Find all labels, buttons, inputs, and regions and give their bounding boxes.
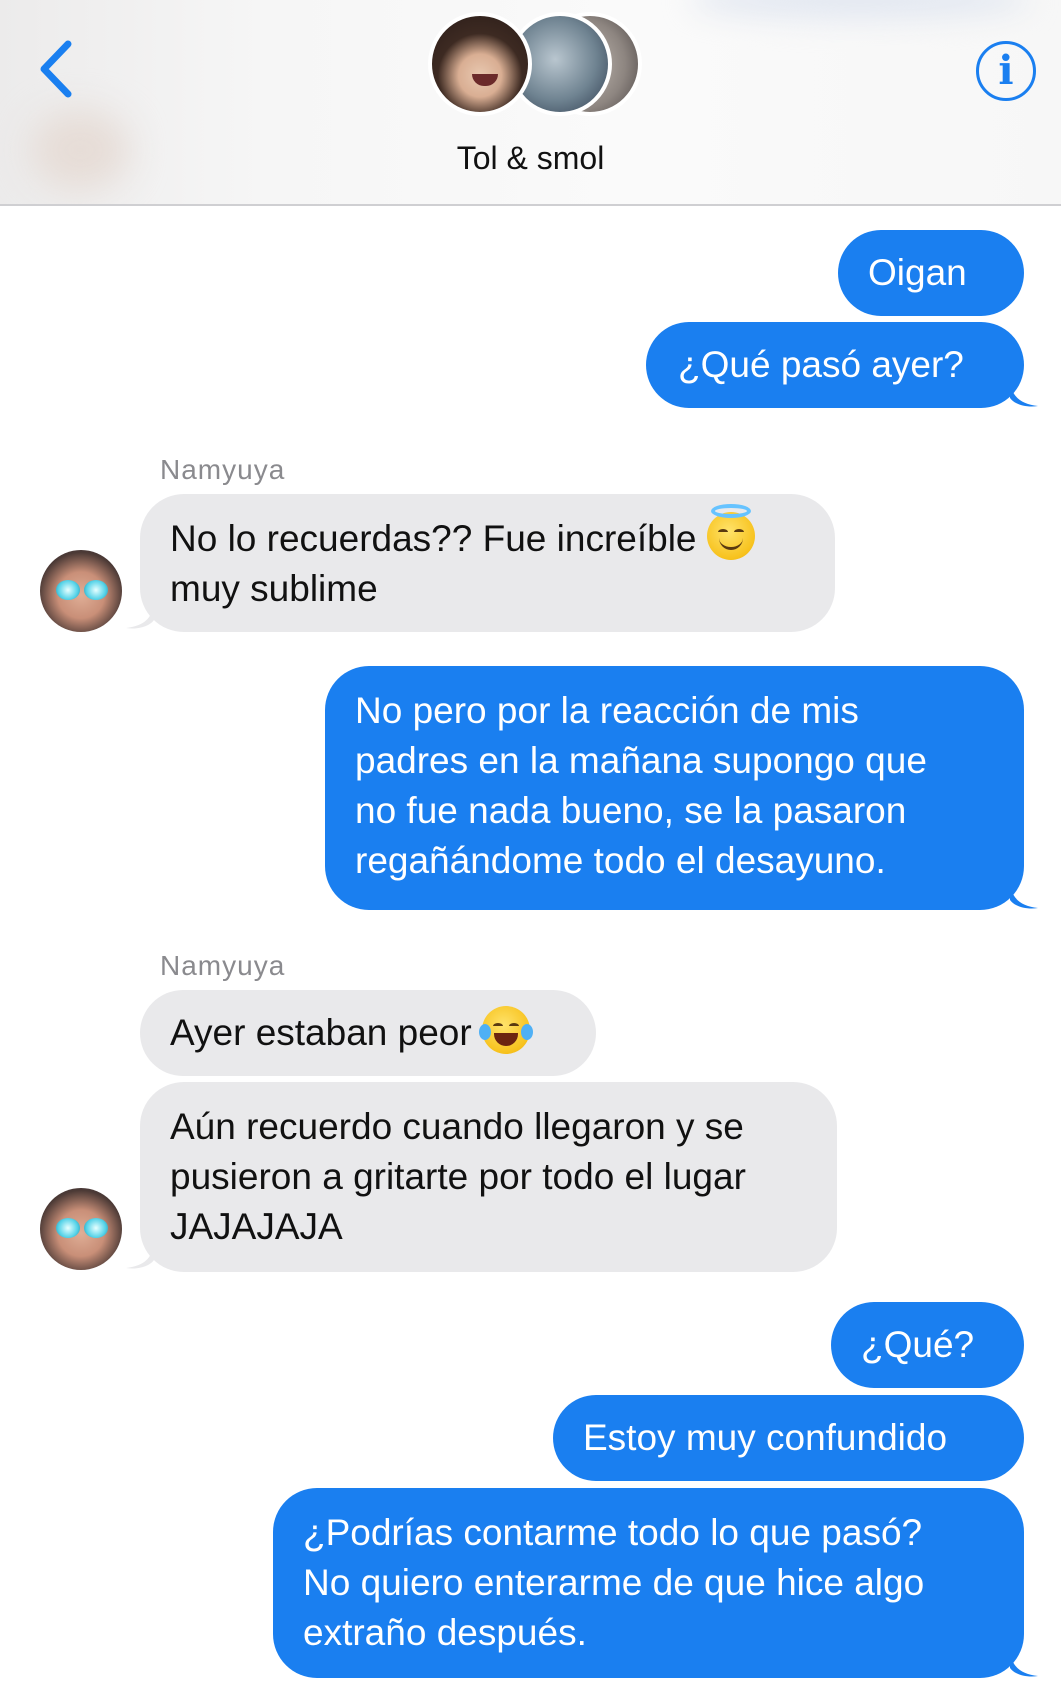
message-text: no fue nada bueno, se la pasaron xyxy=(355,790,907,831)
incoming-message[interactable]: Ayer estaban peor xyxy=(140,990,596,1076)
outgoing-message[interactable]: No pero por la reacción de mis padres en… xyxy=(325,666,1024,910)
incoming-message[interactable]: No lo recuerdas?? Fue increíble muy subl… xyxy=(140,494,835,632)
message-text: Aún recuerdo cuando llegaron y se xyxy=(170,1106,744,1147)
message-text: No lo recuerdas?? Fue increíble xyxy=(170,518,697,559)
bubble-tail xyxy=(126,1244,154,1269)
back-button[interactable] xyxy=(34,36,78,102)
sender-name: Namyuya xyxy=(160,454,286,485)
outgoing-message[interactable]: Estoy muy confundido xyxy=(553,1395,1024,1481)
message-list: Oigan ¿Qué pasó ayer? Namyuya No lo recu… xyxy=(0,206,1061,1708)
outgoing-message[interactable]: ¿Qué pasó ayer? xyxy=(646,322,1024,408)
contact-avatar[interactable] xyxy=(40,550,122,632)
message-text: No quiero enterarme de que hice algo xyxy=(303,1562,925,1603)
incoming-message[interactable]: Aún recuerdo cuando llegaron y se pusier… xyxy=(140,1082,837,1272)
message-text: padres en la mañana supongo que xyxy=(355,740,927,781)
message-text: Estoy muy confundido xyxy=(583,1417,948,1458)
message-text: muy sublime xyxy=(170,568,378,609)
group-member-avatar xyxy=(428,12,532,116)
message-text: No pero por la reacción de mis xyxy=(355,690,859,731)
conversation-header: Tol & smol i xyxy=(0,0,1061,206)
bubble-tail xyxy=(1010,382,1038,407)
info-button[interactable]: i xyxy=(976,41,1036,101)
blurred-background-top xyxy=(690,0,1030,20)
message-text: pusieron a gritarte por todo el lugar xyxy=(170,1156,746,1197)
message-text: Ayer estaban peor xyxy=(170,1012,472,1053)
face-with-tears-of-joy-icon xyxy=(478,1006,533,1054)
message-text: ¿Qué? xyxy=(861,1324,975,1365)
message-text: ¿Podrías contarme todo lo que pasó? xyxy=(303,1512,923,1553)
chevron-left-icon xyxy=(40,40,72,98)
message-text: ¿Qué pasó ayer? xyxy=(678,344,964,385)
outgoing-message[interactable]: ¿Qué? xyxy=(831,1302,1024,1388)
smiling-face-with-halo-icon xyxy=(706,504,755,560)
sender-name: Namyuya xyxy=(160,950,286,981)
outgoing-message[interactable]: ¿Podrías contarme todo lo que pasó? No q… xyxy=(273,1488,1024,1678)
message-text: JAJAJAJA xyxy=(170,1206,343,1247)
outgoing-message[interactable]: Oigan xyxy=(838,230,1024,316)
message-text: Oigan xyxy=(868,252,967,293)
message-text: regañándome todo el desayuno. xyxy=(355,840,886,881)
contact-avatar[interactable] xyxy=(40,1188,122,1270)
info-icon: i xyxy=(998,47,1014,94)
message-text: extraño después. xyxy=(303,1612,587,1653)
group-name[interactable]: Tol & smol xyxy=(0,140,1061,177)
group-avatar-stack[interactable] xyxy=(428,12,658,116)
bubble-tail xyxy=(1010,1652,1038,1677)
bubble-tail xyxy=(1010,884,1038,909)
bubble-tail xyxy=(126,604,154,629)
